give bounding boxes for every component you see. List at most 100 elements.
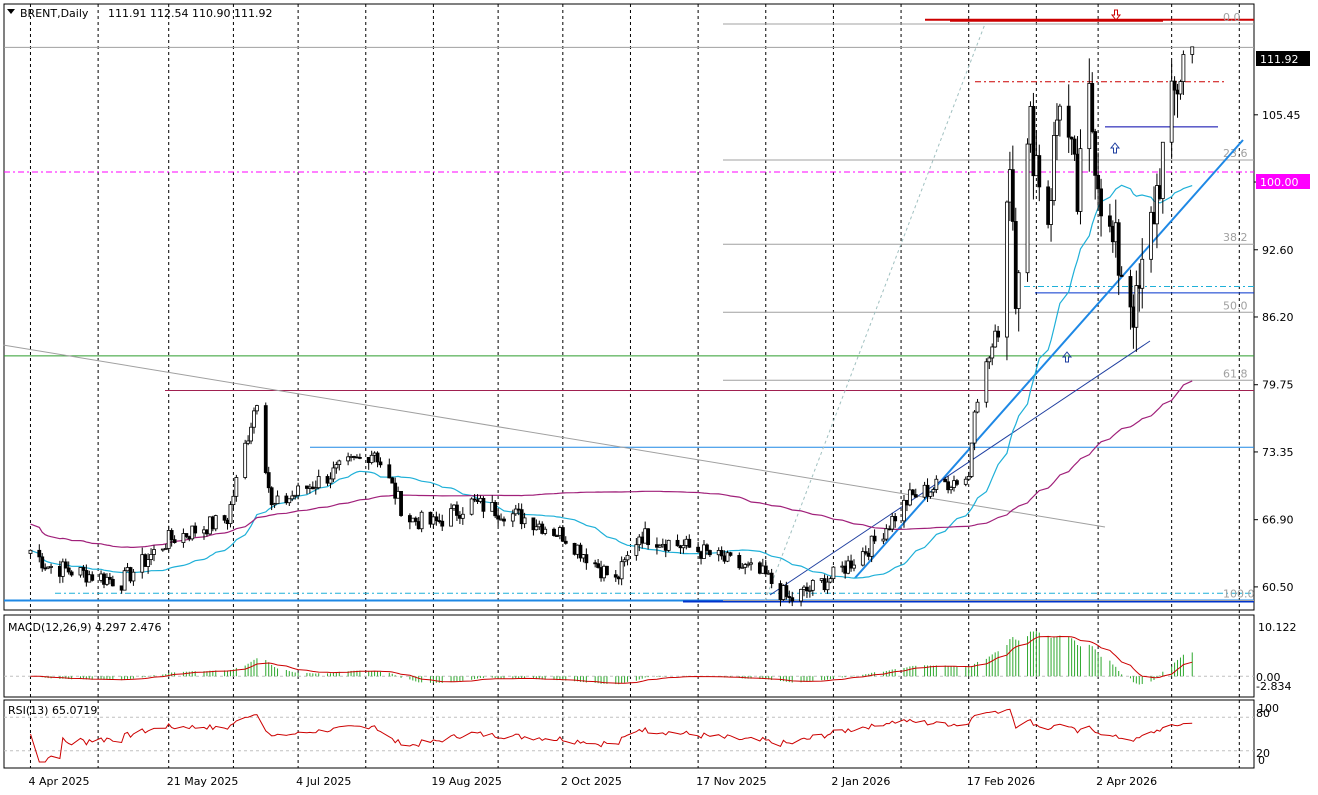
candle-body xyxy=(81,567,86,571)
macd-panel-border xyxy=(3,614,1255,698)
candle-body xyxy=(222,515,227,521)
candle-body xyxy=(543,528,548,534)
candle-body xyxy=(1093,131,1098,176)
candle-body xyxy=(934,478,939,490)
candle-body xyxy=(249,426,253,442)
candle-body xyxy=(1178,81,1183,95)
macd-label: MACD(12,26,9) 4.297 2.476 xyxy=(8,621,162,634)
candle-body xyxy=(149,554,153,560)
candle-body xyxy=(1181,54,1186,82)
candle-body xyxy=(63,561,68,569)
candle-body xyxy=(605,565,609,576)
candle-body xyxy=(37,549,42,558)
fib-label: 38.2 xyxy=(1223,231,1248,244)
candle-body xyxy=(1078,148,1083,212)
candle-body xyxy=(40,556,45,569)
candle-body xyxy=(990,346,995,359)
y-tick-label: 79.75 xyxy=(1262,379,1294,392)
slow-moving-average-line xyxy=(30,380,1193,548)
candle-body xyxy=(955,480,959,485)
candle-body xyxy=(799,588,803,602)
fib-label: 0.0 xyxy=(1223,11,1241,24)
x-tick-label: 21 May 2025 xyxy=(167,775,239,788)
candle-body xyxy=(375,452,380,463)
candle-body xyxy=(893,516,898,522)
candle-body xyxy=(560,527,565,542)
y-tick-label: 73.35 xyxy=(1262,446,1294,459)
candle-body xyxy=(172,539,177,543)
candle-body xyxy=(1025,143,1030,274)
candle-body xyxy=(287,498,292,504)
candle-body xyxy=(996,330,1001,338)
symbol-label: BRENT,Daily xyxy=(20,7,89,20)
price-chart[interactable]: 0.023.638.250.061.8100.0 105.4599.0592.6… xyxy=(0,0,1318,795)
candle-body xyxy=(1055,119,1059,136)
candle-body xyxy=(1005,201,1009,338)
y-tick-label: 105.45 xyxy=(1262,109,1301,122)
candle-body xyxy=(972,411,977,444)
candle-body xyxy=(1160,141,1165,199)
candle-body xyxy=(696,546,701,553)
candle-body xyxy=(266,472,271,489)
candle-body xyxy=(984,361,989,403)
candle-body xyxy=(1057,105,1062,121)
candle-body xyxy=(228,504,233,525)
y-tick-label: 60.50 xyxy=(1262,581,1294,594)
candle-body xyxy=(625,554,630,561)
rsi-label: RSI(13) 65.0719 xyxy=(8,704,97,717)
y-tick-label: 92.60 xyxy=(1262,244,1294,257)
candle-body xyxy=(784,585,789,597)
down-arrow-icon xyxy=(1110,9,1122,21)
candle-body xyxy=(534,526,539,531)
candle-body xyxy=(852,564,856,569)
candle-body xyxy=(296,485,301,496)
candle-body xyxy=(184,533,189,537)
candle-body xyxy=(357,457,362,459)
candle-body xyxy=(831,566,836,580)
candle-body xyxy=(646,528,651,546)
candle-body xyxy=(737,554,742,569)
rsi-indicator xyxy=(4,708,1254,763)
candle-body xyxy=(481,497,486,512)
candle-body xyxy=(963,478,968,485)
candle-body xyxy=(828,578,833,583)
candle-body xyxy=(1049,200,1053,225)
ohlc-values: 111.91 112.54 110.90 111.92 xyxy=(108,7,272,20)
candle-body xyxy=(1052,135,1056,201)
y-tick-label: 66.90 xyxy=(1262,514,1294,527)
candle-body xyxy=(449,508,453,527)
candle-body xyxy=(522,517,527,525)
candle-body xyxy=(1190,46,1195,55)
candle-body xyxy=(928,491,933,497)
x-tick-label: 17 Feb 2026 xyxy=(967,775,1035,788)
candle-body xyxy=(975,401,980,413)
candle-body xyxy=(337,460,342,465)
candle-body xyxy=(496,515,501,520)
round-level-text: 100.00 xyxy=(1260,176,1299,189)
candle-body xyxy=(619,561,624,580)
candle-body xyxy=(969,442,974,477)
candle-body xyxy=(369,454,374,463)
last-price-text: 111.92 xyxy=(1260,53,1299,66)
candle-body xyxy=(469,498,474,515)
candle-body xyxy=(596,563,601,568)
candle-body xyxy=(913,494,918,498)
candle-body xyxy=(234,477,239,497)
candle-body xyxy=(252,410,256,428)
candle-body xyxy=(275,495,280,504)
chevron-down-icon[interactable] xyxy=(7,9,15,14)
candle-body xyxy=(1016,272,1021,309)
candle-body xyxy=(331,467,336,480)
candle-body xyxy=(1090,83,1095,132)
trend-lines xyxy=(2,139,1244,596)
candle-body xyxy=(987,357,992,363)
candle-body xyxy=(552,528,556,536)
candle-body xyxy=(169,530,174,541)
candle-body xyxy=(872,535,877,542)
candle-body xyxy=(243,442,248,478)
candle-body xyxy=(316,476,321,489)
candle-body xyxy=(502,518,506,522)
x-tick-label: 2 Oct 2025 xyxy=(561,775,622,788)
candle-body xyxy=(66,567,71,573)
candle-body xyxy=(269,487,274,506)
